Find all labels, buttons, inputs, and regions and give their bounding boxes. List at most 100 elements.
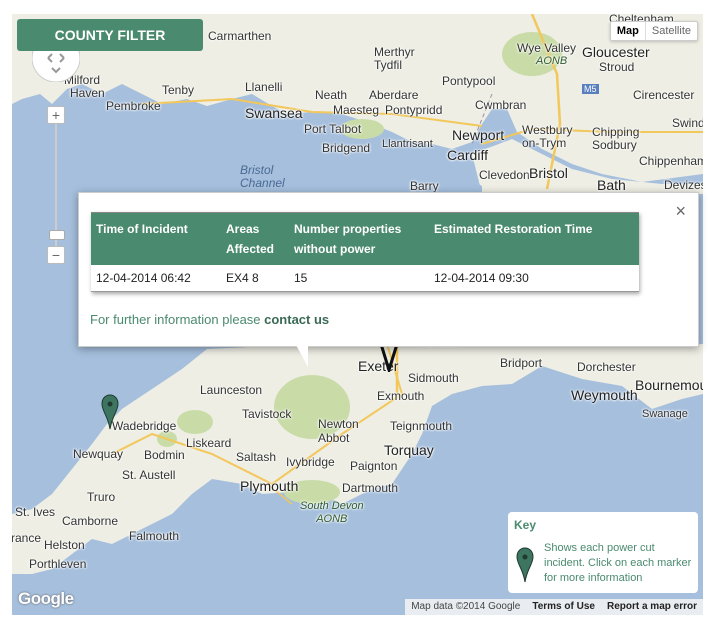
- place-pembroke: Pembroke: [106, 99, 161, 113]
- place-aberdare: Aberdare: [369, 88, 419, 102]
- place-weymouth: Weymouth: [571, 387, 638, 403]
- header-areas-affected: Areas Affected: [221, 212, 289, 265]
- place-teignmouth: Teignmouth: [390, 419, 453, 433]
- place-dartmouth: Dartmouth: [342, 481, 399, 495]
- place-falmouth: Falmouth: [129, 529, 180, 543]
- place-st-ives: St. Ives: [15, 505, 56, 519]
- further-info-text: For further information please contact u…: [90, 312, 329, 327]
- cell-properties: 15: [289, 265, 429, 292]
- place-torquay: Torquay: [384, 442, 434, 458]
- place-tavistock: Tavistock: [242, 407, 292, 421]
- place-plymouth: Plymouth: [240, 478, 299, 494]
- place-penzance: rance: [12, 531, 42, 545]
- place-dorchester: Dorchester: [577, 360, 636, 374]
- place-pontypool: Pontypool: [442, 74, 496, 88]
- incident-info-window: × Time of Incident Areas Affected Number…: [78, 192, 699, 347]
- place-cardiff: Cardiff: [447, 147, 488, 163]
- place-pontypridd: Pontypridd: [385, 103, 443, 117]
- place-swansea: Swansea: [245, 105, 303, 121]
- place-porthleven: Porthleven: [29, 557, 87, 571]
- place-merthyr: Merthyr Tydfil: [374, 45, 415, 72]
- place-ivybridge: Ivybridge: [286, 455, 335, 469]
- place-wye-valley: Wye Valley: [517, 41, 577, 55]
- map-key: Key Shows each power cut incident. Click…: [508, 512, 698, 593]
- contact-us-link[interactable]: contact us: [264, 312, 329, 327]
- place-bath: Bath: [597, 177, 626, 193]
- place-bodmin: Bodmin: [144, 448, 185, 462]
- info-window-tail: [296, 345, 308, 367]
- place-clevedon: Clevedon: [479, 168, 530, 182]
- map-type-map-button[interactable]: Map: [611, 22, 645, 40]
- place-liskeard: Liskeard: [186, 436, 232, 450]
- place-sidmouth: Sidmouth: [408, 371, 459, 385]
- place-devizes: Devizes: [664, 178, 703, 192]
- report-map-error-link[interactable]: Report a map error: [600, 599, 703, 615]
- map-type-satellite-button[interactable]: Satellite: [644, 22, 697, 40]
- place-wadebridge: Wadebridge: [112, 419, 177, 433]
- close-icon[interactable]: ×: [675, 201, 686, 222]
- incident-marker-exeter[interactable]: [377, 344, 399, 372]
- place-newton-abbot: Newton Abbot: [318, 417, 359, 445]
- header-time-of-incident: Time of Incident: [91, 212, 221, 265]
- place-st-austell: St. Austell: [122, 468, 176, 482]
- header-properties-without-power: Number properties without power: [289, 212, 429, 265]
- place-llanelli: Llanelli: [245, 80, 283, 94]
- place-cwmbran: Cwmbran: [475, 98, 527, 112]
- place-port-talbot: Port Talbot: [304, 122, 362, 136]
- place-swanage: Swanage: [642, 408, 688, 420]
- zoom-out-button[interactable]: −: [47, 246, 65, 264]
- place-south-devon-aonb: South Devon AONB: [300, 500, 364, 525]
- terms-of-use-link[interactable]: Terms of Use: [526, 599, 601, 615]
- zoom-in-button[interactable]: +: [47, 106, 65, 124]
- place-tenby: Tenby: [162, 83, 195, 97]
- place-camborne: Camborne: [62, 514, 119, 528]
- map-footer: Map data ©2014 Google Terms of Use Repor…: [405, 599, 703, 615]
- header-estimated-restoration: Estimated Restoration Time: [429, 212, 639, 265]
- place-haven: Haven: [70, 86, 105, 100]
- further-info-prefix: For further information please: [90, 312, 265, 327]
- place-neath: Neath: [315, 88, 348, 102]
- place-aonb-wye: AONB: [536, 55, 568, 67]
- place-paignton: Paignton: [350, 459, 398, 473]
- map-type-control: Map Satellite: [609, 21, 698, 41]
- place-cirencester: Cirencester: [633, 88, 695, 102]
- place-stroud: Stroud: [599, 60, 635, 74]
- place-saltash: Saltash: [236, 450, 277, 464]
- road-m5: M5: [582, 84, 599, 94]
- table-header-row: Time of Incident Areas Affected Number p…: [91, 212, 639, 265]
- marker-icon: [516, 547, 534, 583]
- zoom-slider-handle[interactable]: [49, 230, 65, 240]
- google-logo: Google: [18, 589, 74, 608]
- place-newquay: Newquay: [73, 447, 124, 461]
- key-description: Shows each power cut incident. Click on …: [544, 542, 692, 584]
- cell-time: 12-04-2014 06:42: [91, 265, 221, 292]
- place-bournemouth: Bournemou: [635, 377, 703, 393]
- place-helston: Helston: [44, 538, 85, 552]
- place-exmouth: Exmouth: [377, 389, 425, 403]
- place-gloucester: Gloucester: [582, 44, 650, 60]
- place-swindon: Swind: [672, 116, 703, 130]
- county-filter-button[interactable]: COUNTY FILTER: [17, 19, 203, 51]
- place-bridgend: Bridgend: [322, 141, 371, 155]
- place-bristol-channel: Bristol Channel: [240, 163, 285, 190]
- place-truro: Truro: [87, 490, 116, 504]
- place-maesteg: Maesteg: [333, 103, 380, 117]
- map-data-attribution: Map data ©2014 Google: [405, 599, 527, 615]
- place-llantrisant: Llantrisant: [382, 138, 433, 150]
- cell-restoration: 12-04-2014 09:30: [429, 265, 639, 292]
- place-carmarthen: Carmarthen: [208, 29, 272, 43]
- place-newport: Newport: [452, 127, 505, 143]
- cell-area: EX4 8: [221, 265, 289, 292]
- place-westbury: Westbury on-Trym: [522, 123, 573, 150]
- place-launceston: Launceston: [200, 383, 263, 397]
- incident-table: Time of Incident Areas Affected Number p…: [91, 212, 639, 292]
- place-chippenham: Chippenham: [639, 154, 703, 168]
- place-bristol: Bristol: [529, 165, 568, 181]
- table-row: 12-04-2014 06:42 EX4 8 15 12-04-2014 09:…: [91, 265, 639, 292]
- zoom-control: + −: [47, 106, 65, 266]
- place-chipping-sodbury: Chipping Sodbury: [592, 125, 640, 152]
- key-title: Key: [514, 518, 537, 532]
- place-barry: Barry: [410, 179, 439, 193]
- incident-marker-wadebridge[interactable]: [101, 394, 119, 430]
- place-bridport: Bridport: [500, 356, 543, 370]
